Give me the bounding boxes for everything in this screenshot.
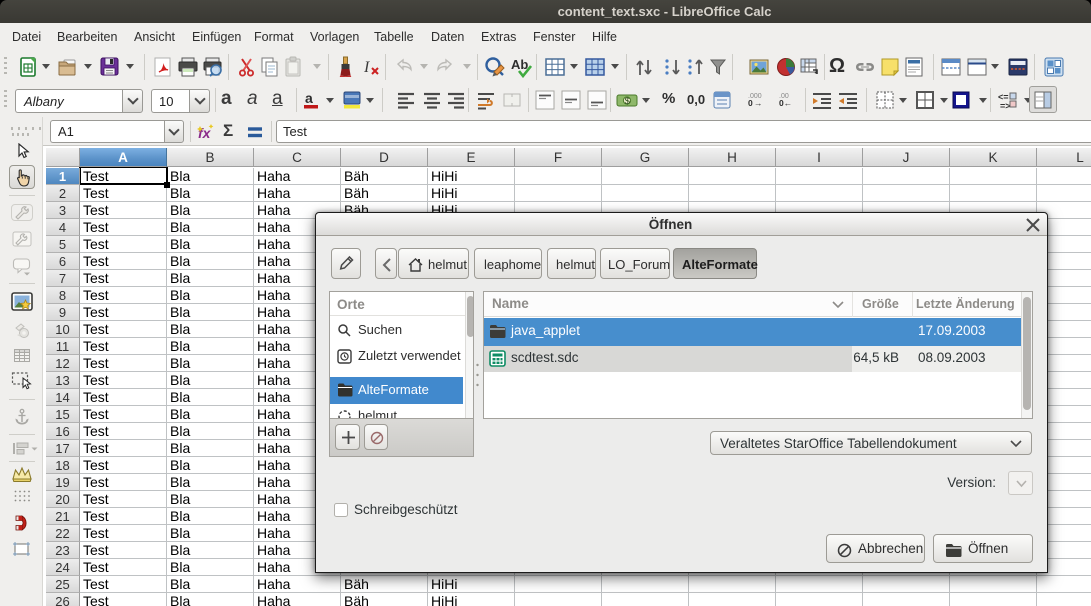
svg-text:.000: .000 <box>748 93 762 100</box>
svg-text:I: I <box>363 59 370 76</box>
svg-text:0←: 0← <box>779 98 792 108</box>
svg-text:$: $ <box>625 96 630 106</box>
svg-text:Ab: Ab <box>511 57 528 72</box>
svg-text:=>: => <box>1000 101 1011 110</box>
svg-text:a: a <box>305 90 313 106</box>
